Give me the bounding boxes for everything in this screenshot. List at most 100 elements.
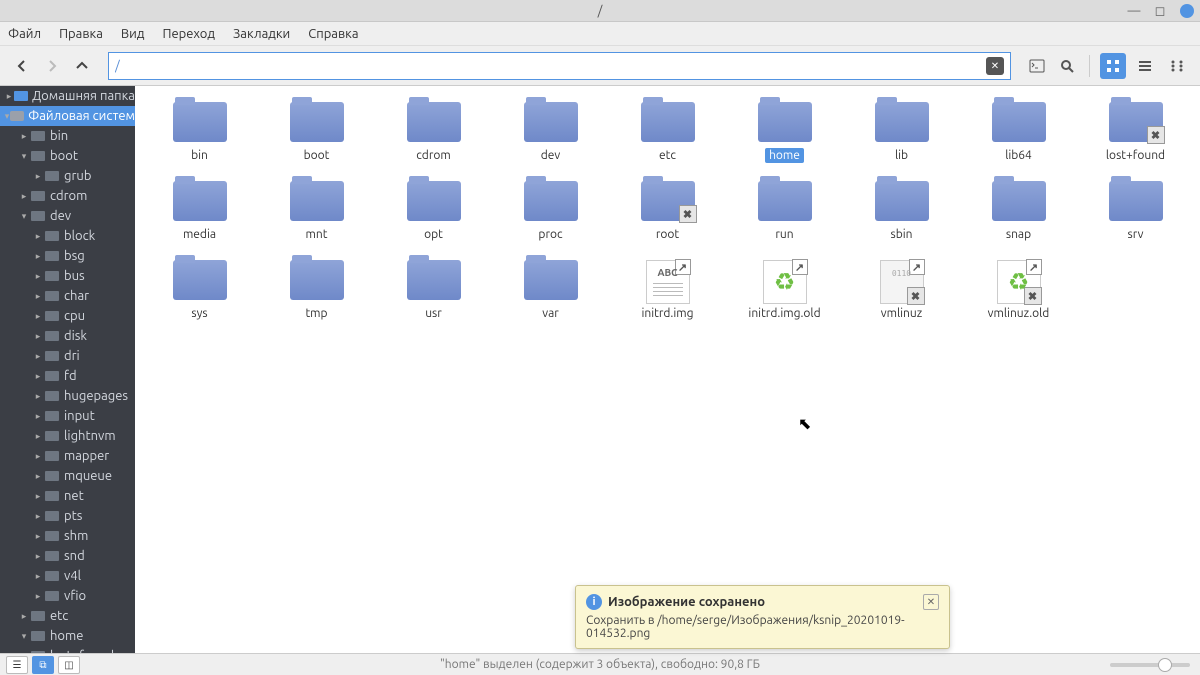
file-item[interactable]: sys: [145, 258, 254, 323]
tree-item[interactable]: ▸bus: [0, 266, 135, 286]
up-button[interactable]: [70, 54, 94, 78]
tree-item[interactable]: ▸etc: [0, 606, 135, 626]
expand-arrow-icon[interactable]: ▸: [32, 371, 44, 382]
tree-item[interactable]: ▸Домашняя папка: [0, 86, 135, 106]
expand-arrow-icon[interactable]: ▸: [32, 271, 44, 282]
tree-item[interactable]: ▾dev: [0, 206, 135, 226]
file-item[interactable]: vmlinuz.old: [964, 258, 1073, 323]
file-item[interactable]: var: [496, 258, 605, 323]
list-view-button[interactable]: [1132, 53, 1158, 79]
expand-arrow-icon[interactable]: ▸: [32, 171, 44, 182]
file-item[interactable]: initrd.img.old: [730, 258, 839, 323]
tree-item[interactable]: ▸shm: [0, 526, 135, 546]
tree-item[interactable]: ▸block: [0, 226, 135, 246]
expand-arrow-icon[interactable]: ▸: [32, 491, 44, 502]
expand-arrow-icon[interactable]: ▸: [32, 571, 44, 582]
file-item[interactable]: mnt: [262, 179, 371, 244]
expand-arrow-icon[interactable]: ▸: [18, 611, 30, 622]
minimize-button[interactable]: ―: [1128, 5, 1140, 17]
expand-arrow-icon[interactable]: ▸: [32, 351, 44, 362]
notification-close-button[interactable]: ✕: [923, 594, 939, 610]
expand-arrow-icon[interactable]: ▾: [18, 631, 30, 642]
tree-item[interactable]: ▸disk: [0, 326, 135, 346]
expand-arrow-icon[interactable]: ▸: [18, 191, 30, 202]
tree-item[interactable]: ▸bin: [0, 126, 135, 146]
file-item[interactable]: usr: [379, 258, 488, 323]
expand-arrow-icon[interactable]: ▾: [18, 211, 30, 222]
close-button[interactable]: [1180, 4, 1194, 18]
tree-item[interactable]: ▸input: [0, 406, 135, 426]
menu-view[interactable]: Вид: [121, 27, 145, 41]
compact-view-button[interactable]: [1164, 53, 1190, 79]
forward-button[interactable]: [40, 54, 64, 78]
file-item[interactable]: run: [730, 179, 839, 244]
expand-arrow-icon[interactable]: ▸: [32, 451, 44, 462]
file-item[interactable]: lib64: [964, 100, 1073, 165]
tree-item[interactable]: ▸grub: [0, 166, 135, 186]
tree-pane-button[interactable]: ⧉: [32, 656, 54, 674]
file-item[interactable]: dev: [496, 100, 605, 165]
expand-arrow-icon[interactable]: ▸: [32, 311, 44, 322]
path-entry[interactable]: ✕: [108, 52, 1011, 80]
menu-go[interactable]: Переход: [162, 27, 215, 41]
open-terminal-icon[interactable]: [1025, 54, 1049, 78]
tree-item[interactable]: ▸snd: [0, 546, 135, 566]
menu-bookmarks[interactable]: Закладки: [233, 27, 290, 41]
file-item[interactable]: vmlinuz: [847, 258, 956, 323]
file-item[interactable]: proc: [496, 179, 605, 244]
tree-item[interactable]: ▸mapper: [0, 446, 135, 466]
expand-arrow-icon[interactable]: ▸: [32, 531, 44, 542]
file-item[interactable]: lost+found: [1081, 100, 1190, 165]
maximize-button[interactable]: ◻: [1154, 5, 1166, 17]
zoom-thumb[interactable]: [1158, 658, 1172, 672]
file-item[interactable]: cdrom: [379, 100, 488, 165]
expand-arrow-icon[interactable]: ▸: [32, 511, 44, 522]
tree-item[interactable]: ▸mqueue: [0, 466, 135, 486]
file-item[interactable]: bin: [145, 100, 254, 165]
expand-arrow-icon[interactable]: ▸: [32, 251, 44, 262]
tree-item[interactable]: ▸dri: [0, 346, 135, 366]
file-item[interactable]: media: [145, 179, 254, 244]
expand-arrow-icon[interactable]: ▸: [32, 471, 44, 482]
icon-view-button[interactable]: [1100, 53, 1126, 79]
expand-arrow-icon[interactable]: ▸: [32, 391, 44, 402]
tree-item[interactable]: ▸bsg: [0, 246, 135, 266]
sidebar-tree[interactable]: ▸Домашняя папка▾Файловая систем▸bin▾boot…: [0, 86, 135, 653]
file-item[interactable]: initrd.img: [613, 258, 722, 323]
expand-arrow-icon[interactable]: ▸: [32, 431, 44, 442]
tree-item[interactable]: ▸vfio: [0, 586, 135, 606]
menu-edit[interactable]: Правка: [59, 27, 103, 41]
tree-item[interactable]: ▸pts: [0, 506, 135, 526]
expand-arrow-icon[interactable]: ▸: [32, 411, 44, 422]
file-item[interactable]: srv: [1081, 179, 1190, 244]
file-item[interactable]: root: [613, 179, 722, 244]
expand-arrow-icon[interactable]: ▾: [18, 151, 30, 162]
file-item[interactable]: sbin: [847, 179, 956, 244]
file-item[interactable]: etc: [613, 100, 722, 165]
file-item[interactable]: home: [730, 100, 839, 165]
tree-item[interactable]: ▸net: [0, 486, 135, 506]
expand-arrow-icon[interactable]: ▸: [32, 231, 44, 242]
tree-item[interactable]: ▸cpu: [0, 306, 135, 326]
tree-item[interactable]: ▾boot: [0, 146, 135, 166]
tree-item[interactable]: ▾Файловая систем: [0, 106, 135, 126]
clear-path-icon[interactable]: ✕: [986, 57, 1004, 75]
content-area[interactable]: binbootcdromdevetchomeliblib64lost+found…: [135, 86, 1200, 653]
tree-item[interactable]: ▸lightnvm: [0, 426, 135, 446]
tree-item[interactable]: ▸cdrom: [0, 186, 135, 206]
expand-arrow-icon[interactable]: ▸: [4, 91, 14, 102]
file-item[interactable]: boot: [262, 100, 371, 165]
expand-arrow-icon[interactable]: ▸: [32, 551, 44, 562]
path-input[interactable]: [115, 59, 986, 73]
back-button[interactable]: [10, 54, 34, 78]
tree-item[interactable]: ▾home: [0, 626, 135, 646]
file-item[interactable]: snap: [964, 179, 1073, 244]
menu-help[interactable]: Справка: [308, 27, 358, 41]
tree-item[interactable]: ▸hugepages: [0, 386, 135, 406]
expand-arrow-icon[interactable]: ▸: [32, 591, 44, 602]
file-item[interactable]: lib: [847, 100, 956, 165]
tree-item[interactable]: ▸v4l: [0, 566, 135, 586]
expand-arrow-icon[interactable]: ▸: [32, 331, 44, 342]
zoom-slider[interactable]: [1110, 663, 1190, 667]
tree-item[interactable]: ▸fd: [0, 366, 135, 386]
